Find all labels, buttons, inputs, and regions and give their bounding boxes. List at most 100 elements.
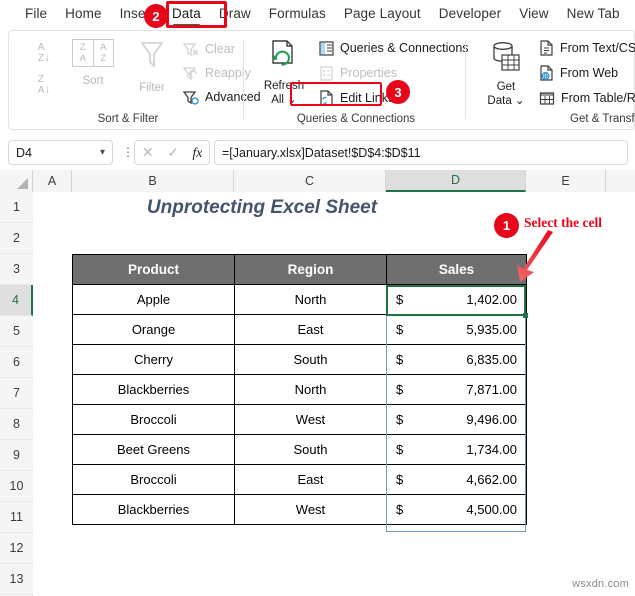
cell-region[interactable]: East (234, 314, 387, 345)
table-row[interactable]: Apple North $1,402.00 (72, 284, 527, 315)
cell-sales[interactable]: $6,835.00 (386, 344, 527, 375)
cell-sales[interactable]: $4,662.00 (386, 464, 527, 495)
table-row[interactable]: Cherry South $6,835.00 (72, 344, 527, 375)
cell-sales[interactable]: $1,402.00 (386, 284, 527, 315)
sales-value: 7,871.00 (466, 382, 517, 397)
row-header-7[interactable]: 7 (0, 378, 33, 409)
row-header-6[interactable]: 6 (0, 347, 33, 378)
get-data-button[interactable]: Get Data ⌄ (477, 41, 535, 108)
sort-descending-button[interactable]: Z A↓ (27, 74, 61, 96)
formula-input[interactable]: =[January.xlsx]Dataset!$D$4:$D$11 (214, 140, 628, 165)
table-row[interactable]: Blackberries West $4,500.00 (72, 494, 527, 525)
row-header-4[interactable]: 4 (0, 285, 33, 316)
row-header-12[interactable]: 12 (0, 533, 33, 564)
sort-ascending-button[interactable]: A Z↓ (27, 42, 61, 64)
currency-symbol: $ (396, 442, 404, 457)
tab-developer[interactable]: Developer (430, 3, 510, 25)
row-header-9[interactable]: 9 (0, 440, 33, 471)
fx-icon[interactable]: fx (192, 145, 202, 161)
advanced-filter-icon (183, 90, 199, 105)
tab-new-tab[interactable]: New Tab (558, 3, 629, 25)
name-box[interactable]: D4 ▾ (8, 140, 113, 165)
sales-value: 6,835.00 (466, 352, 517, 367)
row-header-2[interactable]: 2 (0, 223, 33, 254)
get-data-label-line1: Get (496, 81, 516, 93)
cell-region[interactable]: West (234, 494, 387, 525)
cell-product[interactable]: Broccoli (72, 404, 235, 435)
column-header-b[interactable]: B (72, 170, 234, 192)
formula-bar-actions: ✕ ✓ fx (134, 140, 210, 165)
cell-product[interactable]: Orange (72, 314, 235, 345)
row-header-8[interactable]: 8 (0, 409, 33, 440)
cell-sales[interactable]: $4,500.00 (386, 494, 527, 525)
table-row[interactable]: Broccoli East $4,662.00 (72, 464, 527, 495)
chevron-down-icon[interactable]: ▾ (100, 147, 105, 158)
from-text-csv-label: From Text/CSV (560, 41, 635, 55)
cell-region[interactable]: South (234, 434, 387, 465)
column-header-e[interactable]: E (526, 170, 606, 192)
tab-view[interactable]: View (510, 3, 557, 25)
ribbon-group-get-transform: Get Data ⌄ From Text/CSV (469, 31, 635, 129)
table-row[interactable]: Broccoli West $9,496.00 (72, 404, 527, 435)
cell-product[interactable]: Broccoli (72, 464, 235, 495)
row-header-10[interactable]: 10 (0, 471, 33, 502)
name-box-value: D4 (16, 145, 32, 160)
tab-formulas[interactable]: Formulas (260, 3, 335, 25)
get-data-icon (493, 42, 520, 71)
cell-region[interactable]: East (234, 464, 387, 495)
get-data-chevron-icon[interactable]: ⌄ (515, 95, 525, 107)
from-web-label: From Web (560, 66, 619, 80)
cell-sales[interactable]: $9,496.00 (386, 404, 527, 435)
table-row[interactable]: Orange East $5,935.00 (72, 314, 527, 345)
tab-page-layout[interactable]: Page Layout (335, 3, 430, 25)
fill-handle[interactable] (523, 313, 528, 318)
from-web-button[interactable]: From Web (539, 62, 618, 84)
row-header-1[interactable]: 1 (0, 192, 33, 223)
column-header-d[interactable]: D (386, 170, 526, 192)
cell-region[interactable]: South (234, 344, 387, 375)
formula-bar-more-icon[interactable]: ⋮ (122, 146, 134, 159)
cell-sales[interactable]: $1,734.00 (386, 434, 527, 465)
from-text-csv-button[interactable]: From Text/CSV (539, 37, 635, 59)
group-divider-1 (243, 39, 244, 119)
cancel-x-icon[interactable]: ✕ (142, 144, 154, 161)
row-header-13[interactable]: 13 (0, 564, 33, 595)
cell-product[interactable]: Beet Greens (72, 434, 235, 465)
sort-button-label: Sort (82, 75, 104, 87)
from-table-range-button[interactable]: From Table/Range (539, 87, 635, 109)
sort-button[interactable]: ZAAZ Sort (67, 39, 119, 87)
sales-value: 9,496.00 (466, 412, 517, 427)
row-header-11[interactable]: 11 (0, 502, 33, 533)
from-table-range-label: From Table/Range (561, 91, 635, 105)
row-header-5[interactable]: 5 (0, 316, 33, 347)
cell-sales[interactable]: $7,871.00 (386, 374, 527, 405)
cell-product[interactable]: Blackberries (72, 374, 235, 405)
cell-product[interactable]: Cherry (72, 344, 235, 375)
queries-and-connections-button[interactable]: Queries & Connections (319, 37, 469, 59)
tab-home[interactable]: Home (56, 3, 110, 25)
cell-region[interactable]: West (234, 404, 387, 435)
table-row[interactable]: Blackberries North $7,871.00 (72, 374, 527, 405)
currency-symbol: $ (396, 352, 404, 367)
filter-funnel-icon (140, 42, 164, 68)
sales-value: 1,734.00 (466, 442, 517, 457)
data-table: Product Region Sales Apple North $1,402.… (72, 254, 527, 525)
watermark: wsxdn.com (572, 578, 629, 590)
table-row[interactable]: Beet Greens South $1,734.00 (72, 434, 527, 465)
cell-product[interactable]: Blackberries (72, 494, 235, 525)
excel-window: File Home Insert Data Draw Formulas Page… (0, 0, 635, 596)
row-header-3[interactable]: 3 (0, 254, 33, 285)
properties-button[interactable]: Properties (319, 62, 397, 84)
step-1-annotation-text: Select the cell (524, 215, 602, 230)
cell-region[interactable]: North (234, 374, 387, 405)
select-all-corner[interactable] (0, 170, 33, 192)
tab-file[interactable]: File (16, 3, 56, 25)
column-header-a[interactable]: A (33, 170, 72, 192)
cell-region[interactable]: North (234, 284, 387, 315)
column-header-f[interactable] (606, 170, 635, 192)
enter-check-icon[interactable]: ✓ (167, 144, 179, 161)
filter-button[interactable]: Filter (125, 39, 179, 94)
column-header-c[interactable]: C (234, 170, 386, 192)
cell-product[interactable]: Apple (72, 284, 235, 315)
cell-sales[interactable]: $5,935.00 (386, 314, 527, 345)
